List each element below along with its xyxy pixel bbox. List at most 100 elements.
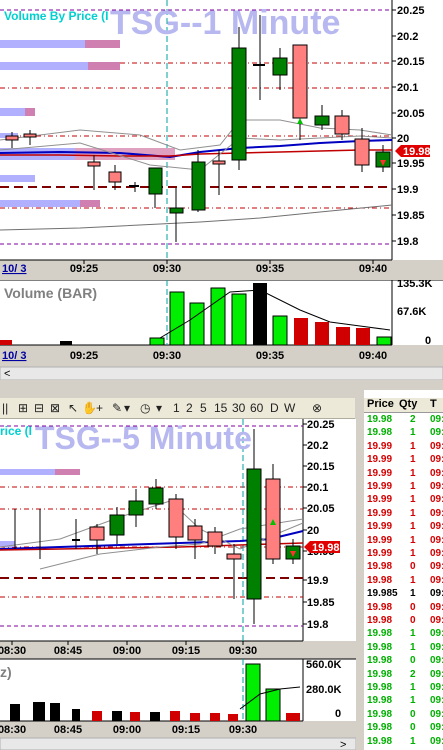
chart-1min-volume-pane[interactable]: Volume (BAR) 135.3K67.6K0 10/ 3 09:25 09:… xyxy=(0,280,443,380)
time-sales-row[interactable]: 19.98 1 09: xyxy=(364,682,443,693)
close-chart-icon[interactable]: ⊗ xyxy=(312,400,322,416)
time-sales-row[interactable]: 19.98 0 09: xyxy=(364,615,443,626)
scroll-left-arrow[interactable]: < xyxy=(4,368,10,380)
time-sales-qty-cell: 1 xyxy=(410,574,416,586)
time-sales-row[interactable]: 19.98 2 09: xyxy=(364,669,443,680)
time-sales-price-cell: 19.99 xyxy=(367,467,393,479)
time-sales-t-cell: 09: xyxy=(430,561,443,573)
interval-15-button[interactable]: 15 xyxy=(214,400,227,416)
time-sales-row[interactable]: 19.98 1 09: xyxy=(364,642,443,653)
time-sales-t-cell: 09: xyxy=(430,481,443,492)
time-sales-t-cell: 09: xyxy=(430,682,443,693)
panel-splitter[interactable] xyxy=(356,390,364,750)
time-sales-row[interactable]: 19.98 0 09: xyxy=(364,561,443,572)
interval-2-button[interactable]: 2 xyxy=(186,400,193,416)
time-sales-t-cell: 09: xyxy=(430,641,443,653)
clock-chevron-down-icon[interactable]: ▾ xyxy=(156,400,162,416)
price-tick-label: 20.15 xyxy=(307,461,335,473)
time-sales-row[interactable]: 19.99 1 09: xyxy=(364,441,443,452)
volume-tick-label: 67.6K xyxy=(397,306,426,318)
volume-label: Volume (BAR) xyxy=(4,285,97,301)
pointer-icon[interactable]: ↖ xyxy=(68,400,78,416)
time-sales-qty-cell: 2 xyxy=(410,668,416,680)
price-tick-label: 20.1 xyxy=(397,82,418,94)
clock-icon[interactable]: ◷ xyxy=(140,400,150,416)
time-sales-price-cell: 19.985 xyxy=(367,588,398,600)
price-column-header[interactable]: Price xyxy=(367,398,394,410)
time-tick-label: 09:30 xyxy=(153,263,181,275)
zoom-in-icon[interactable]: ⊞ xyxy=(18,400,28,416)
chevron-down-icon[interactable]: ▾ xyxy=(124,400,130,416)
interval-daily-button[interactable]: D xyxy=(270,400,279,416)
zoom-box-icon[interactable]: ⊠ xyxy=(50,400,60,416)
time-sales-row[interactable]: 19.99 1 09: xyxy=(364,468,443,479)
time-sales-row[interactable]: 19.98 0 09: xyxy=(364,722,443,733)
time-sales-t-cell: 09: xyxy=(430,534,443,546)
time-sales-row[interactable]: 19.98 0 09: xyxy=(364,709,443,720)
zoom-out-icon[interactable]: ⊟ xyxy=(34,400,44,416)
time-sales-qty-cell: 1 xyxy=(410,628,416,640)
price-tick-label: 19.8 xyxy=(397,236,418,248)
time-tick-label: 09:15 xyxy=(172,645,200,657)
crosshair-icon[interactable]: + xyxy=(96,400,103,416)
interval-30-button[interactable]: 30 xyxy=(232,400,245,416)
chart-5min-price-pane[interactable]: TSG--5 Minute rice (I 20.25 20.2 20.15 20.1… xyxy=(0,419,356,750)
chart-watermark: TSG--1 Minute xyxy=(110,4,340,42)
time-sales-qty-cell: 1 xyxy=(410,695,416,707)
qty-column-header[interactable]: Qty xyxy=(399,398,417,410)
time-sales-qty-cell: 1 xyxy=(410,467,416,479)
time-sales-row[interactable]: 19.99 1 09: xyxy=(364,481,443,492)
time-sales-row[interactable]: 19.98 1 09: xyxy=(364,695,443,706)
volume-tick-label: 0 xyxy=(425,335,431,347)
hand-icon[interactable]: ✋ xyxy=(82,400,97,416)
time-tick-label: 09:30 xyxy=(153,350,181,362)
time-sales-price-cell: 19.99 xyxy=(367,494,393,506)
time-sales-t-cell: 09: xyxy=(430,655,443,667)
time-sales-row[interactable]: 19.99 1 09: xyxy=(364,494,443,505)
time-sales-row[interactable]: 19.99 1 09: xyxy=(364,535,443,546)
interval-5-button[interactable]: 5 xyxy=(200,400,207,416)
price-tick-label: 20.15 xyxy=(397,56,425,68)
time-sales-price-cell: 19.99 xyxy=(367,521,393,533)
price-tick-label: 19.85 xyxy=(397,210,425,222)
chart-watermark: TSG--5 Minute xyxy=(35,420,252,456)
time-column-header[interactable]: T xyxy=(430,398,437,410)
time-sales-qty-cell: 0 xyxy=(410,655,416,667)
time-sales-qty-cell: 1 xyxy=(410,427,416,439)
time-sales-t-cell: 09: xyxy=(430,722,443,734)
interval-weekly-button[interactable]: W xyxy=(284,400,295,416)
time-tick-label: 09:25 xyxy=(70,350,98,362)
time-tick-label: 09:15 xyxy=(172,724,200,736)
time-sales-row[interactable]: 19.98 1 09: xyxy=(364,575,443,586)
price-tick-label: 20 xyxy=(397,133,409,145)
toolbar-grip-icon: || xyxy=(2,401,9,415)
time-sales-t-cell: 09: xyxy=(430,574,443,586)
chart-1min-price-pane[interactable]: TSG--1 Minute Volume By Price (I 20.25 20… xyxy=(0,0,443,280)
date-label: 10/ 3 xyxy=(2,263,26,275)
interval-60-button[interactable]: 60 xyxy=(250,400,263,416)
time-sales-row[interactable]: 19.99 1 09: xyxy=(364,521,443,532)
scroll-right-arrow[interactable]: > xyxy=(340,739,346,750)
time-sales-t-cell: 09: xyxy=(430,467,443,479)
time-sales-price-cell: 19.98 xyxy=(367,601,393,613)
time-sales-row[interactable]: 19.98 1 09: xyxy=(364,427,443,438)
price-tick-label: 19.9 xyxy=(397,184,418,196)
time-sales-row[interactable]: 19.98 2 09: xyxy=(364,414,443,425)
time-sales-price-cell: 19.98 xyxy=(367,641,393,653)
time-sales-row[interactable]: 19.99 1 09: xyxy=(364,548,443,559)
interval-1-button[interactable]: 1 xyxy=(173,400,180,416)
time-sales-row[interactable]: 19.98 1 09: xyxy=(364,736,443,747)
time-sales-row[interactable]: 19.98 0 09: xyxy=(364,655,443,666)
draw-pen-icon[interactable]: ✎ xyxy=(112,400,122,416)
time-sales-row[interactable]: 19.99 1 09: xyxy=(364,454,443,465)
time-sales-row[interactable]: 19.98 0 09: xyxy=(364,602,443,613)
time-sales-row[interactable]: 19.99 1 09: xyxy=(364,508,443,519)
time-sales-price-cell: 19.98 xyxy=(367,722,393,734)
price-tick-label: 20.05 xyxy=(397,108,425,120)
time-sales-t-cell: 09: xyxy=(430,615,443,626)
time-sales-qty-cell: 1 xyxy=(410,454,416,466)
time-sales-row[interactable]: 19.98 1 09: xyxy=(364,628,443,639)
time-tick-label: 09:40 xyxy=(359,350,387,362)
time-sales-qty-cell: 1 xyxy=(410,440,416,452)
time-sales-row[interactable]: 19.985 1 09: xyxy=(364,588,443,599)
